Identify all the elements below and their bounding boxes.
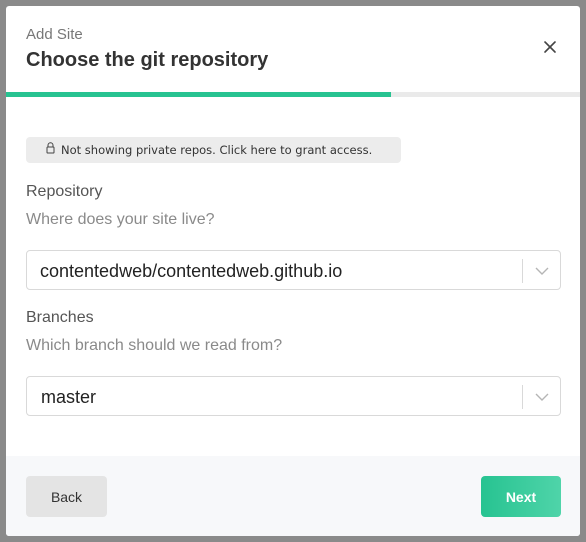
repository-select[interactable]: contentedweb/contentedweb.github.io [26,250,561,290]
branch-select[interactable]: master [26,376,561,416]
add-site-modal: Add Site Choose the git repository Not s… [6,6,580,536]
repository-label: Repository [26,183,103,200]
modal-subtitle: Add Site [26,26,83,43]
repository-select-value: contentedweb/contentedweb.github.io [40,261,343,281]
close-button[interactable] [542,39,558,55]
progress-bar-fill [6,92,391,97]
modal-footer: Back Next [6,456,580,536]
select-separator [522,259,523,283]
chevron-down-icon [535,267,549,275]
grant-access-notice[interactable]: Not showing private repos. Click here to… [26,137,401,163]
repository-hint: Where does your site live? [26,211,215,228]
branches-hint: Which branch should we read from? [26,337,283,354]
close-icon [544,41,556,53]
chevron-down-icon [535,393,549,401]
back-button[interactable]: Back [26,476,107,517]
branches-label: Branches [26,309,94,326]
lock-icon [46,141,55,157]
modal-title: Choose the git repository [26,49,269,71]
progress-bar [6,92,580,97]
grant-access-text: Not showing private repos. Click here to… [61,143,373,157]
branch-select-value: master [41,387,97,407]
select-separator [522,385,523,409]
next-button[interactable]: Next [481,476,561,517]
